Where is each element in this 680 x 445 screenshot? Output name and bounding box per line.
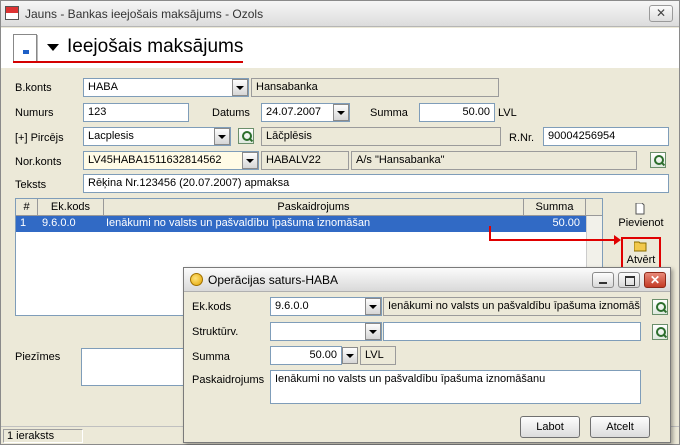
open-button[interactable]: Atvērt: [621, 254, 661, 266]
rnr-field[interactable]: 90004256954: [543, 127, 669, 146]
datums-label: Datums: [212, 107, 250, 119]
nor-bank-field: A/s "Hansabanka": [351, 151, 637, 170]
pircejs-lookup-icon[interactable]: [238, 128, 254, 144]
window-close-button[interactable]: ✕: [649, 5, 673, 22]
dialog-title: Operācijas saturs-HABA: [208, 273, 339, 287]
arrow-right-icon: [614, 235, 621, 245]
dialog-paskaidrojums-textarea[interactable]: Ienākumi no valsts un pašvaldību īpašuma…: [270, 370, 641, 404]
arrow-segment: [489, 239, 614, 241]
dialog-summa-input[interactable]: 50.00: [270, 346, 342, 365]
table-row[interactable]: 1 9.6.0.0 Ienākumi no valsts un pašvaldī…: [16, 216, 586, 232]
nor-konts-label: Nor.konts: [15, 156, 62, 168]
document-icon[interactable]: [13, 34, 37, 62]
dialog-ek-kods-dropdown-icon[interactable]: [365, 298, 381, 315]
pircejs-label[interactable]: [+] Pircējs: [15, 132, 64, 144]
numurs-input[interactable]: 123: [83, 103, 189, 122]
dialog-strukturv-lookup-icon[interactable]: [652, 324, 668, 340]
teksts-label: Teksts: [15, 179, 47, 191]
dialog-minimize-button[interactable]: [592, 272, 614, 288]
new-document-icon[interactable]: [635, 203, 645, 215]
dialog-paskaidrojums-label: Paskaidrojums: [192, 374, 265, 386]
grid-col-ek-kods[interactable]: Ek.kods: [38, 199, 104, 216]
nor-konts-lookup-icon[interactable]: [650, 152, 666, 168]
pircejs-dropdown-icon[interactable]: [214, 128, 230, 145]
dialog-strukturv-label: Struktūrv.: [192, 326, 239, 338]
dialog-atcelt-button[interactable]: Atcelt: [590, 416, 650, 438]
dialog-titlebar: Operācijas saturs-HABA ✕: [184, 268, 670, 292]
dialog-app-icon: [190, 273, 203, 286]
nor-konts-dropdown-icon[interactable]: [242, 152, 258, 169]
app-icon: [5, 6, 19, 20]
piezimes-label: Piezīmes: [15, 351, 61, 363]
swift-field: HABALV22: [261, 151, 349, 170]
bkonts-dropdown-icon[interactable]: [232, 79, 248, 96]
summa-input[interactable]: 50.00: [419, 103, 495, 122]
grid-col-num[interactable]: #: [16, 199, 38, 216]
bkonts-label: B.konts: [15, 82, 52, 94]
page-title: Ieejošais maksājums: [67, 36, 244, 57]
dialog-summa-label: Summa: [192, 351, 230, 363]
grid-col-paskaidrojums[interactable]: Paskaidrojums: [104, 199, 524, 216]
numurs-label: Numurs: [15, 107, 54, 119]
add-button[interactable]: Pievienot: [615, 217, 667, 229]
dialog-summa-dropdown-icon[interactable]: [342, 347, 358, 364]
summa-label: Summa: [370, 107, 408, 119]
pircejs-name-field: Lāčplēsis: [261, 127, 501, 146]
row-num: 1: [20, 217, 27, 229]
nor-konts-input[interactable]: LV45HABA1511632814562: [83, 151, 259, 170]
dialog-strukturv-desc[interactable]: [383, 322, 641, 341]
operation-dialog: Operācijas saturs-HABA ✕ Ek.kods 9.6.0.0…: [183, 267, 671, 443]
dialog-summa-currency: LVL: [360, 346, 396, 365]
row-summa: 50.00: [552, 217, 580, 229]
pircejs-select[interactable]: Lacplesis: [83, 127, 231, 146]
summa-currency: LVL: [498, 107, 517, 119]
bkonts-select[interactable]: HABA: [83, 78, 249, 97]
grid-col-summa[interactable]: Summa: [524, 199, 586, 216]
form-header: Ieejošais maksājums: [1, 28, 679, 68]
row-ek-kods: 9.6.0.0: [42, 217, 76, 229]
dialog-ek-kods-desc: Ienākumi no valsts un pašvaldību īpašuma…: [383, 297, 641, 316]
grid-header: # Ek.kods Paskaidrojums Summa: [16, 199, 602, 216]
title-underline: [13, 61, 243, 63]
main-window: Jauns - Bankas ieejošais maksājums - Ozo…: [0, 0, 680, 445]
row-paskaidrojums: Ienākumi no valsts un pašvaldību īpašuma…: [106, 217, 371, 229]
dialog-labot-button[interactable]: Labot: [520, 416, 580, 438]
window-titlebar: Jauns - Bankas ieejošais maksājums - Ozo…: [1, 1, 679, 27]
document-menu-dropdown-icon[interactable]: [47, 44, 59, 51]
dialog-close-button[interactable]: ✕: [644, 272, 666, 288]
dialog-maximize-button[interactable]: [618, 272, 640, 288]
record-count: 1 ieraksts: [3, 429, 83, 443]
dialog-ek-kods-lookup-icon[interactable]: [652, 299, 668, 315]
arrow-segment: [489, 226, 491, 240]
teksts-input[interactable]: Rēķina Nr.123456 (20.07.2007) apmaksa: [83, 174, 669, 193]
piezimes-textarea[interactable]: [81, 348, 191, 386]
dialog-ek-kods-label: Ek.kods: [192, 301, 232, 313]
rnr-label: R.Nr.: [509, 132, 535, 144]
bank-name-field: Hansabanka: [251, 78, 499, 97]
datums-calendar-dropdown-icon[interactable]: [333, 104, 349, 121]
dialog-strukturv-dropdown-icon[interactable]: [365, 323, 381, 340]
open-folder-icon[interactable]: [634, 240, 648, 252]
window-title: Jauns - Bankas ieejošais maksājums - Ozo…: [25, 7, 264, 21]
